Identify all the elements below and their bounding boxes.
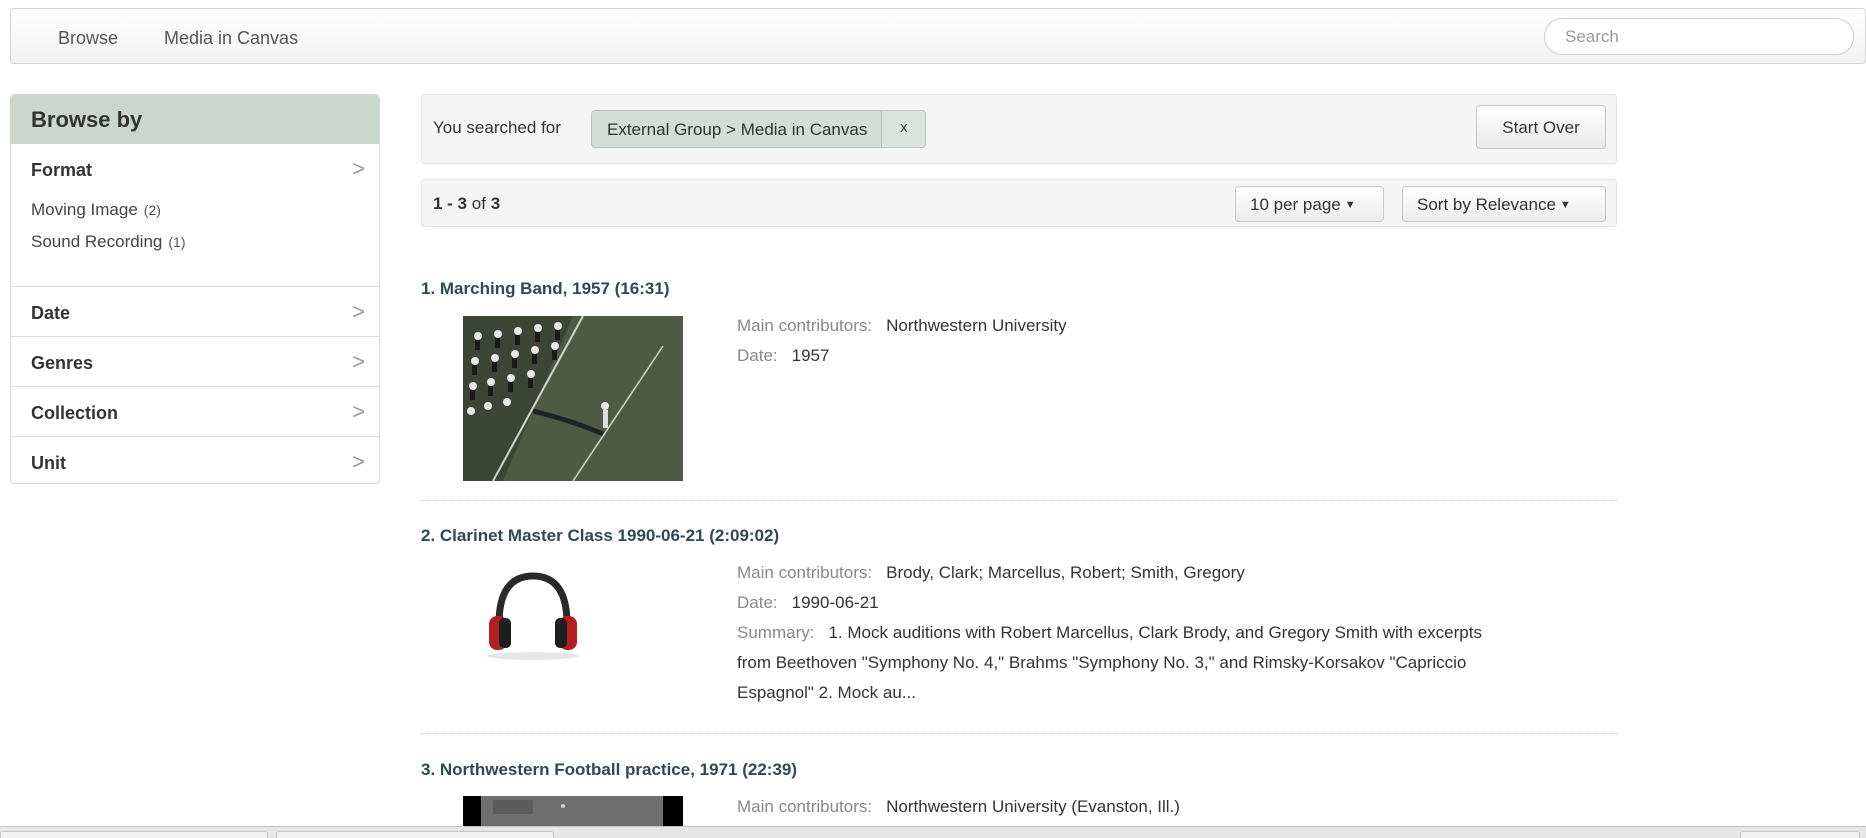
caret-down-icon: ▼ <box>1559 199 1571 211</box>
caret-down-icon: ▼ <box>1344 199 1356 211</box>
result-title-link[interactable]: 2. Clarinet Master Class 1990-06-21 (2:0… <box>421 526 779 545</box>
result-item-3: 3. Northwestern Football practice, 1971 … <box>421 760 1617 836</box>
contributors-value: Northwestern University <box>886 316 1067 335</box>
facet-value-label: Sound Recording <box>31 232 163 251</box>
facet-value-label: Moving Image <box>31 200 138 219</box>
date-key: Date: <box>737 593 778 612</box>
result-item-1: 1. Marching Band, 1957 (16:31) Main cont… <box>421 279 1617 481</box>
result-metadata: Main contributors: Brody, Clark; Marcellu… <box>737 558 1517 708</box>
facet-label: Format <box>31 160 93 180</box>
bottom-tab[interactable] <box>1740 831 1860 838</box>
results-range: 1 - 3 <box>433 194 468 213</box>
result-item-2: 2. Clarinet Master Class 1990-06-21 (2:0… <box>421 526 1617 702</box>
facet-label: Collection <box>31 403 119 423</box>
you-searched-for-label: You searched for <box>433 118 561 137</box>
chevron-right-icon: > <box>352 156 365 181</box>
result-title-link[interactable]: 3. Northwestern Football practice, 1971 … <box>421 760 797 779</box>
headphones-icon <box>487 572 579 660</box>
facet-value-moving-image[interactable]: Moving Image (2) <box>31 198 379 230</box>
facet-date[interactable]: Date > <box>11 287 379 337</box>
contributors-key: Main contributors: <box>737 316 873 335</box>
results-of-word: of <box>471 194 486 213</box>
contributors-key: Main contributors: <box>737 797 873 816</box>
results-header: 1 - 3 of 3 10 per page ▼ Sort by Relevanc… <box>421 179 1617 227</box>
facet-value-sound-recording[interactable]: Sound Recording (1) <box>31 230 379 262</box>
result-metadata: Main contributors: Northwestern Universit… <box>737 792 1517 822</box>
result-title-link[interactable]: 1. Marching Band, 1957 (16:31) <box>421 279 669 298</box>
date-value: 1990-06-21 <box>791 593 879 612</box>
results-count: 1 - 3 of 3 <box>433 194 500 214</box>
per-page-dropdown[interactable]: 10 per page ▼ <box>1235 186 1384 222</box>
chevron-right-icon: > <box>352 349 365 374</box>
bottom-tab[interactable] <box>276 831 554 838</box>
facet-value-count: (1) <box>168 234 186 250</box>
facet-format[interactable]: Format > <box>11 144 379 194</box>
facet-label: Genres <box>31 353 94 373</box>
facet-label: Unit <box>31 453 66 473</box>
facet-value-count: (2) <box>143 202 161 218</box>
results-total: 3 <box>490 194 501 213</box>
per-page-label: 10 per page <box>1250 195 1341 214</box>
date-value: 1957 <box>791 346 830 365</box>
bottom-tab[interactable] <box>0 831 268 838</box>
search-input[interactable] <box>1544 18 1854 55</box>
contributors-key: Main contributors: <box>737 563 873 582</box>
format-facet-values: Moving Image (2) Sound Recording (1) <box>11 194 379 287</box>
facet-genres[interactable]: Genres > <box>11 337 379 387</box>
top-navbar: Browse Media in Canvas <box>10 8 1866 64</box>
start-over-button[interactable]: Start Over <box>1476 105 1606 149</box>
browse-by-sidebar: Browse by Format > Moving Image (2) Sound… <box>10 94 380 484</box>
contributors-value: Northwestern University (Evanston, Ill.) <box>886 797 1180 816</box>
result-divider <box>421 733 1617 734</box>
facet-unit[interactable]: Unit > <box>11 437 379 487</box>
chevron-right-icon: > <box>352 299 365 324</box>
constraint-filter-label[interactable]: External Group > Media in Canvas <box>592 111 881 147</box>
date-key: Date: <box>737 346 778 365</box>
nav-browse-link[interactable]: Browse <box>58 28 118 49</box>
search-constraints: You searched for External Group > Media … <box>421 94 1617 164</box>
bottom-browser-bar <box>0 826 1866 838</box>
marching-band-thumbnail[interactable] <box>463 316 683 481</box>
nav-media-in-canvas-link[interactable]: Media in Canvas <box>164 28 298 49</box>
remove-constraint-button[interactable]: x <box>881 111 926 147</box>
facet-collection[interactable]: Collection > <box>11 387 379 437</box>
facet-label: Date <box>31 303 71 323</box>
chevron-right-icon: > <box>352 449 365 474</box>
contributors-value: Brody, Clark; Marcellus, Robert; Smith, … <box>886 563 1245 582</box>
constraint-filter: External Group > Media in Canvas x <box>591 110 927 148</box>
result-metadata: Main contributors: Northwestern Universit… <box>737 311 1517 371</box>
result-divider <box>421 500 1617 501</box>
sort-dropdown[interactable]: Sort by Relevance ▼ <box>1402 186 1606 222</box>
sidebar-heading: Browse by <box>11 95 379 144</box>
chevron-right-icon: > <box>352 399 365 424</box>
sort-label: Sort by Relevance <box>1417 195 1556 214</box>
summary-key: Summary: <box>737 623 815 642</box>
video-frame-image <box>463 316 683 481</box>
headphones-thumbnail[interactable] <box>463 564 603 664</box>
summary-value: 1. Mock auditions with Robert Marcellus,… <box>737 623 1482 702</box>
